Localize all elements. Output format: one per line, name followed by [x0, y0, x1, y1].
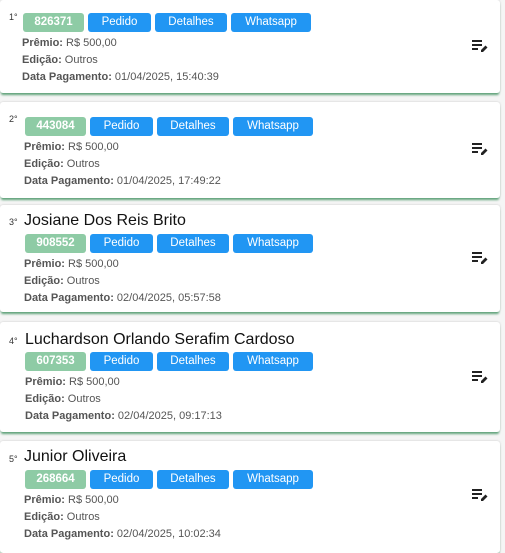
data-pagamento-value: 01/04/2025, 17:49:22 — [116, 175, 221, 187]
detalhes-button[interactable]: Detalhes — [155, 13, 227, 32]
action-buttons: 908552 Pedido Detalhes Whatsapp — [25, 234, 313, 253]
winner-name: Josiane Dos Reis Brito — [24, 212, 186, 229]
winner-info: Prêmio: R$ 500,00 Edição: Outros Data Pa… — [25, 374, 222, 425]
playlist-edit-icon[interactable] — [472, 370, 488, 384]
premio-label: Prêmio: — [22, 37, 63, 49]
premio-row: Prêmio: R$ 500,00 — [24, 256, 221, 273]
playlist-edit-icon[interactable] — [472, 142, 488, 156]
ticket-code-badge: 607353 — [25, 352, 86, 371]
data-pagamento-label: Data Pagamento: — [24, 175, 114, 187]
winner-info: Prêmio: R$ 500,00 Edição: Outros Data Pa… — [24, 256, 221, 307]
premio-row: Prêmio: R$ 500,00 — [24, 492, 221, 509]
data-pagamento-row: Data Pagamento: 02/04/2025, 10:02:34 — [24, 526, 221, 543]
winner-card: 4° Luchardson Orlando Serafim Cardoso 60… — [0, 322, 500, 432]
detalhes-button[interactable]: Detalhes — [157, 117, 229, 136]
playlist-edit-icon[interactable] — [472, 488, 488, 502]
data-pagamento-label: Data Pagamento: — [24, 292, 114, 304]
rank-label: 3° — [9, 217, 18, 227]
edicao-row: Edição: Outros — [22, 52, 219, 69]
pedido-button[interactable]: Pedido — [90, 352, 153, 371]
data-pagamento-row: Data Pagamento: 02/04/2025, 09:17:13 — [25, 408, 222, 425]
winner-info: Prêmio: R$ 500,00 Edição: Outros Data Pa… — [24, 492, 221, 543]
pedido-button[interactable]: Pedido — [90, 470, 153, 489]
data-pagamento-value: 02/04/2025, 10:02:34 — [116, 528, 221, 540]
edicao-value: Outros — [66, 158, 100, 170]
premio-label: Prêmio: — [24, 494, 65, 506]
whatsapp-button[interactable]: Whatsapp — [233, 352, 313, 371]
rank-label: 2° — [9, 114, 18, 124]
edicao-value: Outros — [66, 511, 100, 523]
detalhes-button[interactable]: Detalhes — [157, 470, 229, 489]
premio-row: Prêmio: R$ 500,00 — [25, 374, 222, 391]
data-pagamento-value: 01/04/2025, 15:40:39 — [114, 71, 219, 83]
data-pagamento-label: Data Pagamento: — [22, 71, 112, 83]
premio-label: Prêmio: — [24, 258, 65, 270]
winner-name: Junior Oliveira — [24, 448, 127, 465]
winner-info: Prêmio: R$ 500,00 Edição: Outros Data Pa… — [24, 139, 221, 190]
edicao-label: Edição: — [25, 393, 65, 405]
action-buttons: 268664 Pedido Detalhes Whatsapp — [25, 470, 313, 489]
data-pagamento-row: Data Pagamento: 01/04/2025, 15:40:39 — [22, 69, 219, 86]
action-buttons: 826371 Pedido Detalhes Whatsapp — [23, 13, 311, 32]
winner-card: 3° Josiane Dos Reis Brito 908552 Pedido … — [0, 205, 500, 312]
winner-info: Prêmio: R$ 500,00 Edição: Outros Data Pa… — [22, 35, 219, 86]
edicao-row: Edição: Outros — [24, 509, 221, 526]
premio-row: Prêmio: R$ 500,00 — [22, 35, 219, 52]
winner-card: 2° 443084 Pedido Detalhes Whatsapp Prêmi… — [0, 102, 500, 198]
premio-value: R$ 500,00 — [66, 37, 117, 49]
rank-label: 5° — [9, 454, 18, 464]
edicao-value: Outros — [66, 275, 100, 287]
pedido-button[interactable]: Pedido — [90, 234, 153, 253]
action-buttons: 443084 Pedido Detalhes Whatsapp — [25, 117, 313, 136]
edicao-row: Edição: Outros — [24, 273, 221, 290]
data-pagamento-value: 02/04/2025, 05:57:58 — [116, 292, 221, 304]
premio-value: R$ 500,00 — [68, 494, 119, 506]
edicao-value: Outros — [64, 54, 98, 66]
whatsapp-button[interactable]: Whatsapp — [233, 234, 313, 253]
playlist-edit-icon[interactable] — [472, 39, 488, 53]
premio-value: R$ 500,00 — [68, 258, 119, 270]
edicao-value: Outros — [67, 393, 101, 405]
whatsapp-button[interactable]: Whatsapp — [233, 470, 313, 489]
winner-card: 1° 826371 Pedido Detalhes Whatsapp Prêmi… — [0, 0, 500, 93]
whatsapp-button[interactable]: Whatsapp — [233, 117, 313, 136]
premio-row: Prêmio: R$ 500,00 — [24, 139, 221, 156]
edicao-row: Edição: Outros — [25, 391, 222, 408]
data-pagamento-row: Data Pagamento: 02/04/2025, 05:57:58 — [24, 290, 221, 307]
premio-value: R$ 500,00 — [68, 141, 119, 153]
data-pagamento-value: 02/04/2025, 09:17:13 — [117, 410, 222, 422]
edicao-label: Edição: — [22, 54, 62, 66]
ticket-code-badge: 268664 — [25, 470, 86, 489]
detalhes-button[interactable]: Detalhes — [157, 234, 229, 253]
data-pagamento-label: Data Pagamento: — [25, 410, 115, 422]
edicao-row: Edição: Outros — [24, 156, 221, 173]
data-pagamento-row: Data Pagamento: 01/04/2025, 17:49:22 — [24, 173, 221, 190]
whatsapp-button[interactable]: Whatsapp — [231, 13, 311, 32]
winner-card: 5° Junior Oliveira 268664 Pedido Detalhe… — [0, 441, 500, 553]
pedido-button[interactable]: Pedido — [88, 13, 151, 32]
edicao-label: Edição: — [24, 158, 64, 170]
action-buttons: 607353 Pedido Detalhes Whatsapp — [25, 352, 313, 371]
edicao-label: Edição: — [24, 511, 64, 523]
data-pagamento-label: Data Pagamento: — [24, 528, 114, 540]
winner-name: Luchardson Orlando Serafim Cardoso — [25, 331, 295, 348]
ticket-code-badge: 443084 — [25, 117, 86, 136]
ticket-code-badge: 826371 — [23, 13, 84, 32]
ticket-code-badge: 908552 — [25, 234, 86, 253]
rank-label: 4° — [9, 336, 18, 346]
premio-label: Prêmio: — [25, 376, 66, 388]
rank-label: 1° — [9, 12, 18, 22]
premio-value: R$ 500,00 — [69, 376, 120, 388]
playlist-edit-icon[interactable] — [472, 251, 488, 265]
pedido-button[interactable]: Pedido — [90, 117, 153, 136]
edicao-label: Edição: — [24, 275, 64, 287]
premio-label: Prêmio: — [24, 141, 65, 153]
detalhes-button[interactable]: Detalhes — [157, 352, 229, 371]
